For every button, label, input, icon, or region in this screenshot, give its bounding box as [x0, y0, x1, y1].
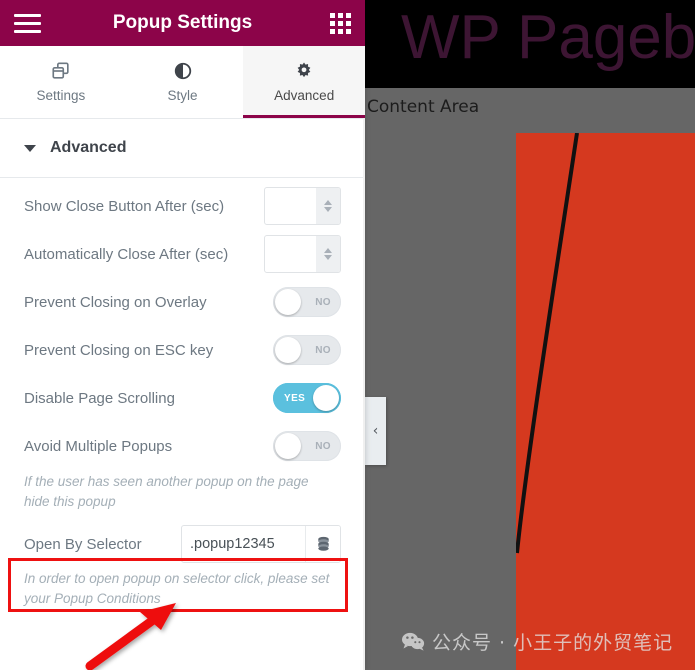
- avoid-multiple-popups-help-text: If the user has seen another popup on th…: [24, 474, 309, 509]
- control-row-automatically-close-after: Automatically Close After (sec): [0, 230, 365, 278]
- gear-icon: [297, 62, 311, 78]
- show-close-button-after-stepper[interactable]: [316, 188, 340, 224]
- control-label: Avoid Multiple Popups: [24, 437, 173, 455]
- control-label: Prevent Closing on Overlay: [24, 293, 207, 311]
- chevron-up-icon: [324, 248, 332, 253]
- control-row-prevent-closing-on-overlay: Prevent Closing on Overlay NO: [0, 278, 365, 326]
- prevent-closing-on-overlay-toggle[interactable]: NO: [273, 287, 341, 317]
- panel-title: Popup Settings: [112, 12, 253, 33]
- open-by-selector-input-wrap[interactable]: [181, 525, 341, 564]
- chevron-left-icon: ‹: [372, 423, 379, 439]
- section-header-advanced[interactable]: Advanced: [0, 119, 365, 178]
- control-row-avoid-multiple-popups: Avoid Multiple Popups NO: [0, 422, 365, 470]
- black-curve-decoration: [516, 133, 579, 554]
- toggle-knob: [275, 337, 301, 363]
- prevent-closing-on-esc-toggle[interactable]: NO: [273, 335, 341, 365]
- panel-body: Show Close Button After (sec) Automatica…: [0, 178, 365, 670]
- open-by-selector-label: Open By Selector: [24, 535, 142, 553]
- toggle-state-label: NO: [315, 296, 331, 308]
- content-area-label: Content Area: [367, 97, 480, 117]
- control-row-disable-page-scrolling: Disable Page Scrolling YES: [0, 374, 365, 422]
- show-close-button-after-input[interactable]: [264, 187, 341, 225]
- dynamic-tags-button[interactable]: [305, 526, 340, 563]
- caret-down-icon: [24, 144, 36, 152]
- toggle-state-label: NO: [315, 344, 331, 356]
- toggle-state-label: YES: [284, 392, 306, 404]
- automatically-close-after-input[interactable]: [264, 235, 341, 273]
- show-close-button-after-field[interactable]: [265, 188, 316, 224]
- panel-scrollbar-track[interactable]: [363, 118, 365, 670]
- control-label: Show Close Button After (sec): [24, 197, 225, 215]
- control-label: Prevent Closing on ESC key: [24, 341, 214, 359]
- disable-page-scrolling-toggle[interactable]: YES: [273, 383, 341, 413]
- control-row-show-close-button-after: Show Close Button After (sec): [0, 182, 365, 230]
- database-stack-icon: [317, 537, 329, 551]
- tab-advanced[interactable]: Advanced: [243, 46, 365, 118]
- automatically-close-after-field[interactable]: [265, 236, 316, 272]
- open-by-selector-input[interactable]: [182, 526, 305, 563]
- open-by-selector-help-text: In order to open popup on selector click…: [24, 571, 330, 606]
- toggle-knob: [275, 433, 301, 459]
- contrast-half-circle-icon: [174, 62, 191, 80]
- toggle-knob: [313, 385, 339, 411]
- site-header-black-bar: WP Pageb: [365, 0, 695, 88]
- tab-settings[interactable]: Settings: [0, 46, 122, 118]
- popup-settings-panel: Popup Settings Settings Style Advanced A…: [0, 0, 365, 670]
- open-by-selector-row: Open By Selector: [0, 521, 365, 567]
- chevron-down-icon: [324, 255, 332, 260]
- chevron-up-icon: [324, 200, 332, 205]
- red-content-block: [516, 133, 695, 670]
- panel-collapse-toggle[interactable]: ‹: [365, 397, 386, 465]
- windows-layers-icon: [52, 62, 69, 79]
- automatically-close-after-stepper[interactable]: [316, 236, 340, 272]
- tab-advanced-label: Advanced: [274, 88, 335, 103]
- tab-settings-label: Settings: [36, 88, 86, 103]
- control-row-prevent-closing-on-esc: Prevent Closing on ESC key NO: [0, 326, 365, 374]
- chevron-down-icon: [324, 207, 332, 212]
- hamburger-menu-icon[interactable]: [14, 13, 41, 33]
- wp-pagebuilder-logo-text: WP Pageb: [401, 3, 695, 72]
- grid-apps-icon[interactable]: [330, 12, 351, 34]
- tab-style[interactable]: Style: [122, 46, 244, 118]
- panel-header: Popup Settings: [0, 0, 365, 46]
- toggle-state-label: NO: [315, 440, 331, 452]
- toggle-knob: [275, 289, 301, 315]
- avoid-multiple-popups-toggle[interactable]: NO: [273, 431, 341, 461]
- panel-tabs: Settings Style Advanced: [0, 46, 365, 119]
- tab-style-label: Style: [167, 88, 198, 103]
- section-title: Advanced: [50, 139, 127, 156]
- control-label: Disable Page Scrolling: [24, 389, 175, 407]
- control-label: Automatically Close After (sec): [24, 245, 229, 263]
